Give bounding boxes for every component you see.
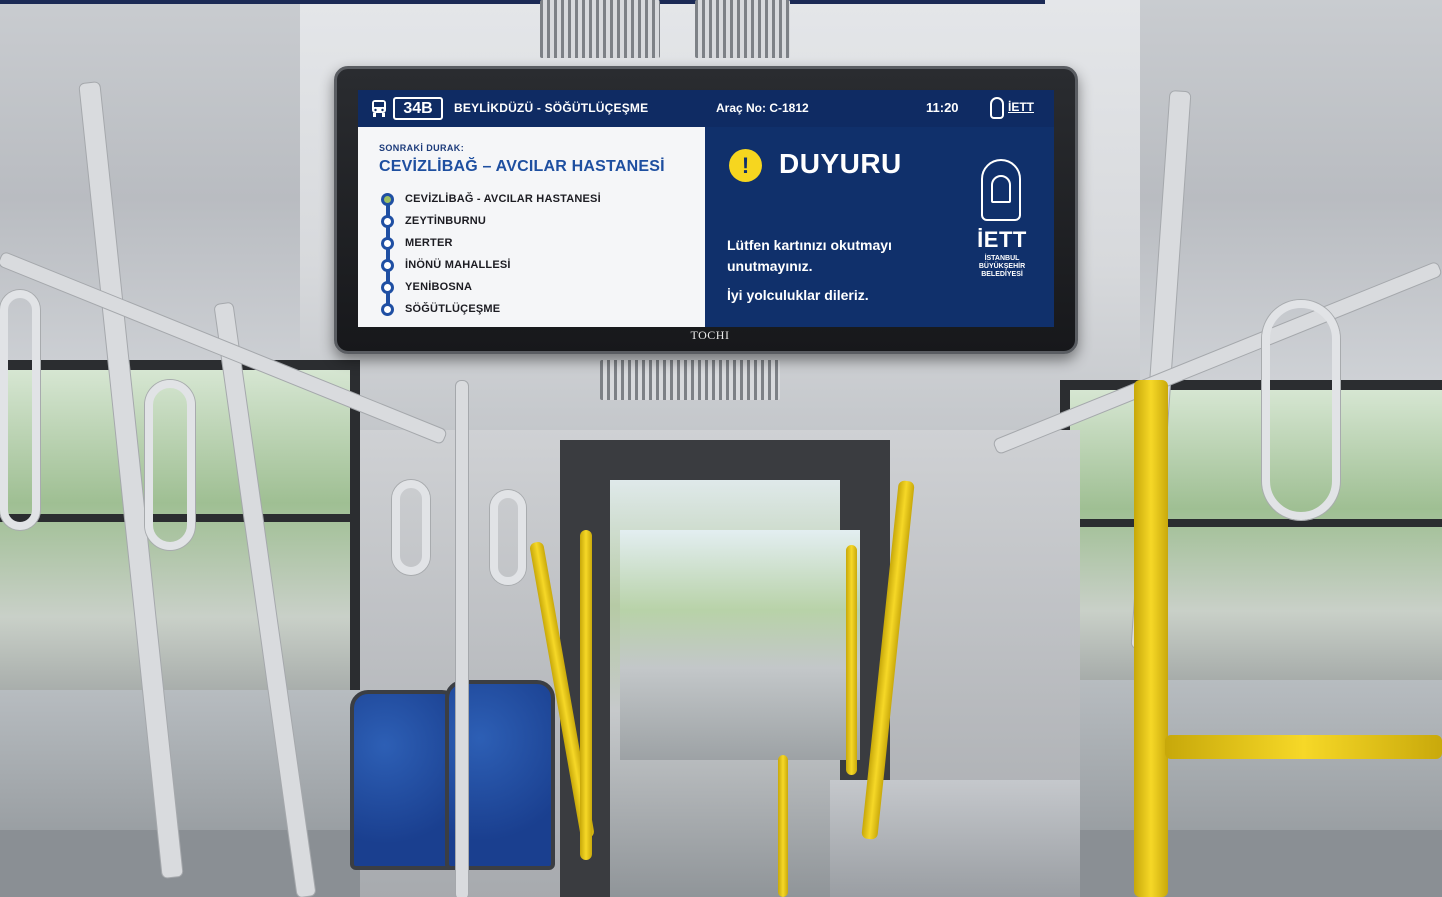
hand-strap <box>1262 300 1340 520</box>
stop-item: CEVİZLİBAĞ - AVCILAR HASTANESİ <box>378 189 698 209</box>
yellow-pole <box>580 530 592 860</box>
iett-logo-text: İETT <box>1008 100 1034 114</box>
yellow-pole <box>846 545 857 775</box>
hand-strap <box>145 380 195 550</box>
ibb-subtitle: İSTANBUL BÜYÜKŞEHİR BELEDİYESİ <box>978 255 1026 278</box>
hand-strap <box>392 480 430 575</box>
announcement-panel: ! DUYURU Lütfen kartınızı okutmayı unutm… <box>705 127 1054 327</box>
vehicle-number: Araç No: C-1812 <box>716 101 809 115</box>
stop-dot-icon <box>381 303 394 316</box>
iett-emblem-icon <box>990 97 1004 119</box>
iett-logo-small: İETT <box>990 97 1042 119</box>
next-stop-name: CEVİZLİBAĞ – AVCILAR HASTANESİ <box>379 158 665 175</box>
stop-item: İNÖNÜ MAHALLESİ <box>378 255 698 275</box>
hand-strap <box>490 490 526 585</box>
stop-dot-icon <box>381 215 394 228</box>
stop-item: YENİBOSNA <box>378 277 698 297</box>
announcement-title: DUYURU <box>779 148 902 179</box>
clock: 11:20 <box>926 100 959 115</box>
route-number: 34B <box>393 97 443 120</box>
yellow-pole <box>778 755 788 897</box>
monitor-brand: TOCHI <box>690 328 730 342</box>
emblem-dome-icon <box>991 175 1011 203</box>
hand-strap <box>0 290 40 530</box>
stop-name: MERTER <box>405 237 453 249</box>
route-header-bar: 34B BEYLİKDÜZÜ - SÖĞÜTLÜÇEŞME Araç No: C… <box>358 90 1054 127</box>
stop-name: ZEYTİNBURNU <box>405 215 487 227</box>
yellow-rail <box>1165 735 1442 759</box>
bus-icon <box>372 100 386 117</box>
stop-item: SÖĞÜTLÜÇEŞME <box>378 299 698 319</box>
grab-pole <box>455 380 469 897</box>
stop-dot-icon <box>381 259 394 272</box>
next-stop-label: SONRAKİ DURAK: <box>379 143 465 153</box>
road-left <box>0 690 360 830</box>
front-windshield <box>620 530 860 760</box>
stop-name: İNÖNÜ MAHALLESİ <box>405 259 511 271</box>
stop-dot-icon <box>381 237 394 250</box>
stop-name: SÖĞÜTLÜÇEŞME <box>405 303 501 315</box>
stop-list: CEVİZLİBAĞ - AVCILAR HASTANESİ ZEYTİNBUR… <box>378 189 698 319</box>
iett-logo-large: İETT <box>977 227 1027 252</box>
stop-item: ZEYTİNBURNU <box>378 211 698 231</box>
route-name: BEYLİKDÜZÜ - SÖĞÜTLÜÇEŞME <box>454 101 649 115</box>
stop-list-panel: SONRAKİ DURAK: CEVİZLİBAĞ – AVCILAR HAST… <box>358 127 705 327</box>
passenger-info-screen: 34B BEYLİKDÜZÜ - SÖĞÜTLÜÇEŞME Araç No: C… <box>358 90 1054 327</box>
announcement-farewell: İyi yolculuklar dileriz. <box>727 287 869 303</box>
stop-name: CEVİZLİBAĞ - AVCILAR HASTANESİ <box>405 193 601 205</box>
ceiling-vent <box>600 360 780 400</box>
iett-emblem-icon <box>981 159 1021 221</box>
stop-name: YENİBOSNA <box>405 281 473 293</box>
stop-dot-current-icon <box>381 193 394 206</box>
alert-icon: ! <box>729 149 762 182</box>
yellow-pole <box>1134 380 1168 897</box>
stop-dot-icon <box>381 281 394 294</box>
stop-item: MERTER <box>378 233 698 253</box>
seat <box>350 690 460 870</box>
announcement-message: Lütfen kartınızı okutmayı unutmayınız. <box>727 237 892 274</box>
top-strip <box>0 0 1045 4</box>
